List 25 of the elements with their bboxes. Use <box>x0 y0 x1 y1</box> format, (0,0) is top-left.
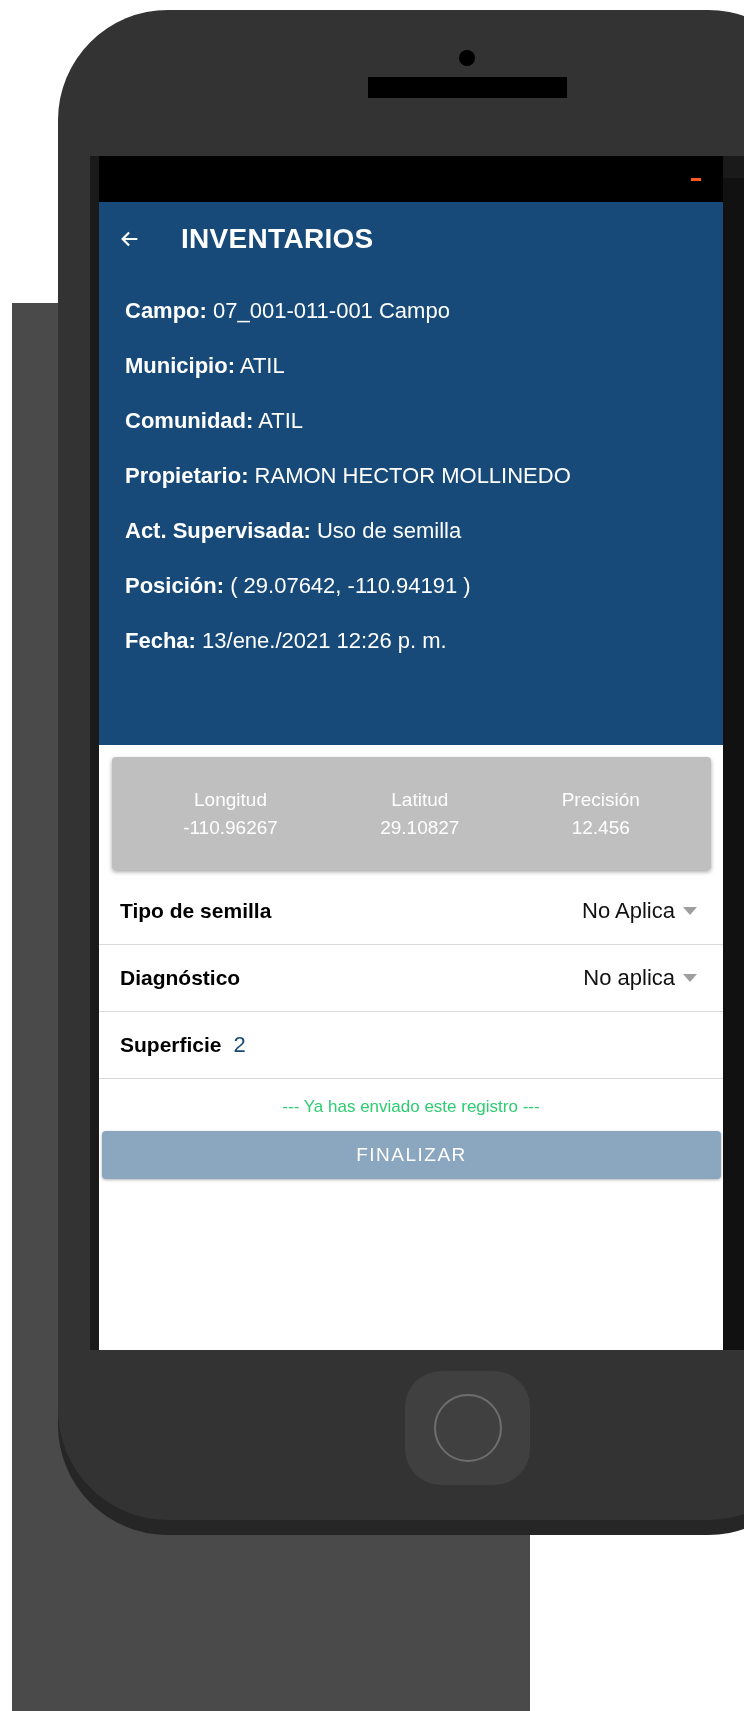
detail-line: Comunidad: ATIL <box>125 407 305 435</box>
dropdown[interactable]: No Aplica <box>582 898 697 924</box>
coordinate-label: Longitud <box>194 788 267 811</box>
detail-line: Posición: ( 29.07642, -110.94191 ) <box>125 572 472 600</box>
detail-line: Municipio: ATIL <box>125 352 286 380</box>
field-label: Superficie <box>120 1033 222 1057</box>
camera-dot <box>459 50 475 66</box>
field-label: Diagnóstico <box>120 966 241 990</box>
caret-icon <box>683 974 697 982</box>
dropdown[interactable]: No aplica <box>583 965 697 991</box>
coordinate-label: Precisión <box>561 788 640 811</box>
notification-icon <box>691 177 701 181</box>
coordinate-value: 12.456 <box>571 816 630 839</box>
status-message: --- Ya has enviado este registro --- <box>281 1096 541 1118</box>
caret-icon <box>683 907 697 915</box>
detail-line: Fecha: 13/ene./2021 12:26 p. m. <box>125 627 448 655</box>
coordinate-value: 29.10827 <box>380 816 460 839</box>
field-value: 2 <box>233 1032 246 1058</box>
screen-title: INVENTARIOS <box>181 222 374 255</box>
detail-line: Act. Supervisada: Uso de semilla <box>125 517 463 545</box>
coordinate-value: -110.96267 <box>183 816 278 839</box>
detail-line: Propietario: RAMON HECTOR MOLLINEDO <box>125 462 572 490</box>
field-label: Tipo de semilla <box>120 899 272 923</box>
detail-line: Campo: 07_001-011-001 Campo <box>125 297 451 325</box>
coordinate-label: Latitud <box>391 788 449 811</box>
